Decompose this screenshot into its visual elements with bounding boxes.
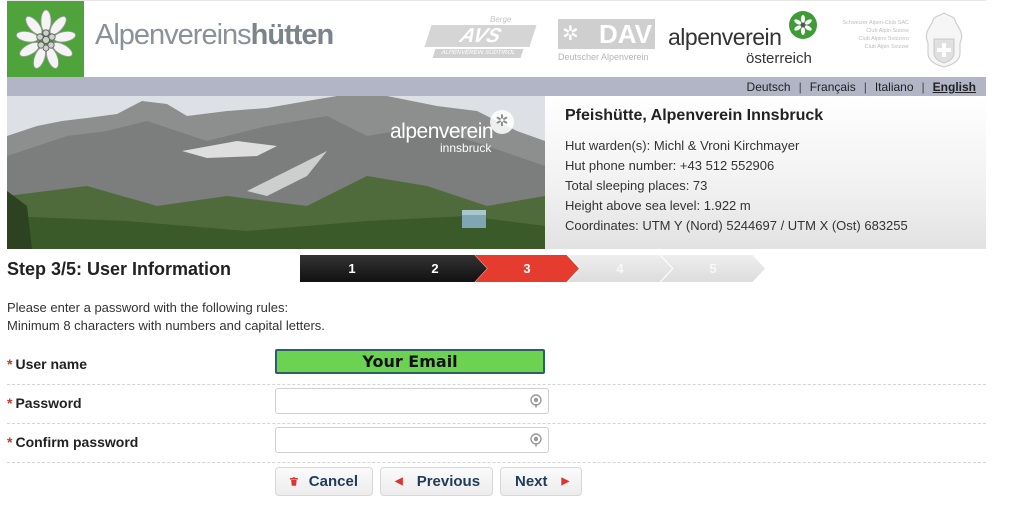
- password-label-text: Password: [15, 395, 82, 411]
- site-header: Alpenvereinshütten Berge erleben AVS ALP…: [7, 0, 986, 78]
- avs-main: AVS: [424, 25, 537, 47]
- brand-bold: hütten: [250, 19, 335, 51]
- lang-english[interactable]: English: [933, 80, 976, 94]
- next-label: Next: [515, 473, 548, 490]
- sac-line: Schweizer Alpen-Club SAC: [842, 20, 909, 26]
- cancel-button[interactable]: Cancel: [275, 467, 373, 496]
- password-row: * Password: [7, 385, 986, 424]
- previous-label: Previous: [416, 473, 481, 490]
- sac-line: Club Alpin Suisse: [866, 28, 909, 34]
- brand-light: Alpenvereins: [95, 19, 252, 51]
- step-progress: 1 2 3 4 5: [300, 255, 770, 282]
- dav-logo[interactable]: DAV ✲ Deutscher Alpenverein: [558, 19, 658, 67]
- rules-line-2: Minimum 8 characters with numbers and ca…: [7, 318, 325, 333]
- hut-name: Pfeishütte, Alpenverein Innsbruck: [565, 107, 824, 124]
- hut-info-panel: Pfeishütte, Alpenverein Innsbruck Hut wa…: [545, 96, 986, 249]
- sac-crest-icon: [925, 12, 963, 68]
- dav-sub: Deutscher Alpenverein: [558, 52, 649, 62]
- previous-button[interactable]: ◀ Previous: [380, 467, 493, 496]
- next-button[interactable]: Next ▶: [500, 467, 582, 496]
- hut-height: Height above sea level: 1.922 m: [565, 198, 751, 213]
- edelweiss-badge-icon: ✲: [490, 110, 514, 134]
- sac-line: Club Alpino Svizzero: [858, 36, 909, 42]
- caret-left-icon: ◀: [395, 476, 403, 487]
- password-manager-icon[interactable]: [530, 433, 542, 447]
- avs-sub: ALPENVEREIN SÜDTIROL: [432, 49, 524, 58]
- confirm-password-label: * Confirm password: [7, 434, 138, 450]
- required-marker: *: [7, 356, 13, 372]
- username-label: * User name: [7, 356, 87, 372]
- required-marker: *: [7, 434, 13, 450]
- language-bar: Deutsch | Français | Italiano | English: [7, 77, 986, 96]
- password-label: * Password: [7, 395, 82, 411]
- avs-logo[interactable]: Berge erleben AVS ALPENVEREIN SÜDTIROL: [420, 15, 538, 59]
- step-5: 5: [661, 255, 765, 282]
- hut-panorama-image: alpenverein innsbruck ✲: [7, 96, 545, 249]
- cancel-label: Cancel: [308, 473, 358, 490]
- step-4: 4: [568, 255, 672, 282]
- form-actions: Cancel ◀ Previous Next ▶: [275, 467, 582, 496]
- trash-icon: [290, 477, 298, 486]
- oeav-main: alpenverein: [668, 24, 782, 50]
- step-title: Step 3/5: User Information: [7, 259, 232, 279]
- username-row: * User name Your Email: [7, 346, 986, 385]
- required-marker: *: [7, 395, 13, 411]
- alpenverein-innsbruck-logo: alpenverein innsbruck ✲: [390, 110, 514, 155]
- caret-right-icon: ▶: [561, 476, 570, 487]
- step-3: 3: [475, 255, 579, 282]
- edelweiss-icon: [15, 9, 76, 69]
- lang-separator: |: [863, 80, 867, 94]
- rules-line-1: Please enter a password with the followi…: [7, 300, 289, 315]
- hut-coordinates: Coordinates: UTM Y (Nord) 5244697 / UTM …: [565, 218, 908, 233]
- password-manager-icon[interactable]: [530, 394, 542, 408]
- confirm-password-input[interactable]: [275, 427, 549, 453]
- hut-sleeping-places: Total sleeping places: 73: [565, 178, 708, 193]
- username-label-text: User name: [15, 356, 88, 372]
- oeav-logo[interactable]: alpenverein österreich: [668, 11, 828, 71]
- username-input[interactable]: Your Email: [275, 349, 545, 374]
- dav-edelweiss-icon: ✲: [562, 23, 579, 45]
- brand-wordmark[interactable]: Alpenvereinshütten: [95, 19, 335, 52]
- oeav-sub: österreich: [746, 50, 812, 67]
- confirm-password-row: * Confirm password: [7, 424, 986, 463]
- edelweiss-logo[interactable]: [7, 1, 84, 78]
- password-rules: Please enter a password with the followi…: [7, 299, 325, 335]
- mountain-illustration: [7, 96, 545, 249]
- sac-line: Club Alpin Svizzer: [864, 44, 909, 50]
- hut-phone: Hut phone number: +43 512 552906: [565, 158, 775, 173]
- confirm-password-label-text: Confirm password: [15, 434, 139, 450]
- step-2: 2: [383, 255, 487, 282]
- lang-deutsch[interactable]: Deutsch: [747, 80, 791, 94]
- overlay-subtitle: innsbruck: [440, 141, 492, 155]
- lang-francais[interactable]: Français: [810, 80, 856, 94]
- password-input[interactable]: [275, 388, 549, 414]
- lang-italiano[interactable]: Italiano: [875, 80, 914, 94]
- lang-separator: |: [798, 80, 802, 94]
- oeav-edelweiss-icon: [789, 11, 817, 39]
- hut-wardens: Hut warden(s): Michl & Vroni Kirchmayer: [565, 138, 800, 153]
- sac-logo[interactable]: Schweizer Alpen-Club SAC Club Alpin Suis…: [829, 19, 909, 51]
- lang-separator: |: [921, 80, 925, 94]
